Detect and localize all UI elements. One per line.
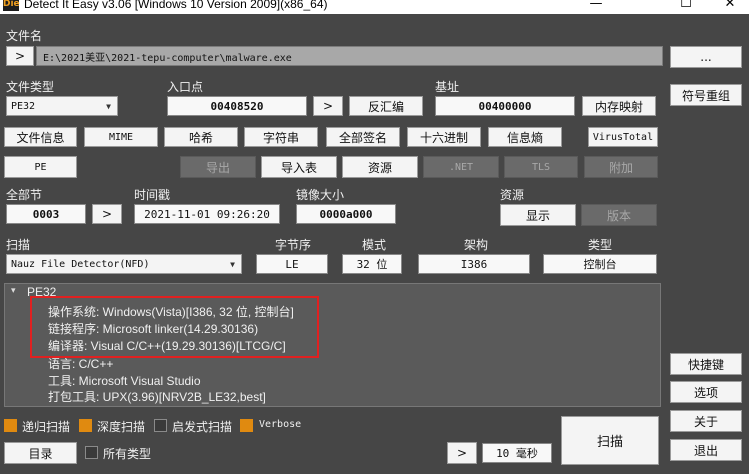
all-types-label: 所有类型 — [103, 447, 152, 461]
minimize-icon[interactable]: — — [574, 0, 618, 14]
type-field: 控制台 — [543, 254, 657, 274]
scan-time-field: 10 毫秒 — [482, 443, 552, 463]
title-bar: Die Detect It Easy v3.06 [Windows 10 Ver… — [0, 0, 749, 14]
heuristic-scan-checkbox[interactable] — [154, 419, 167, 432]
resource-button[interactable]: 资源 — [342, 156, 418, 178]
hex-button[interactable]: 十六进制 — [407, 127, 481, 147]
endian-label: 字节序 — [275, 238, 312, 252]
entry-nav-button[interactable]: > — [313, 96, 343, 116]
signatures-button[interactable]: 全部签名 — [326, 127, 400, 147]
image-size-label: 镜像大小 — [296, 188, 345, 202]
exit-button[interactable]: 退出 — [670, 439, 742, 461]
recursive-scan-checkbox[interactable] — [4, 419, 17, 432]
scan-label: 扫描 — [6, 238, 31, 252]
type-label: 类型 — [588, 238, 613, 252]
arch-field: I386 — [418, 254, 530, 274]
deep-scan-checkbox[interactable] — [79, 419, 92, 432]
file-nav-button[interactable]: > — [6, 46, 34, 66]
disassemble-button[interactable]: 反汇编 — [349, 96, 423, 116]
expand-toggle-icon[interactable]: ▾ — [11, 286, 16, 296]
file-type-label: 文件类型 — [6, 80, 55, 94]
memory-map-button[interactable]: 内存映射 — [582, 96, 656, 116]
shortcuts-button[interactable]: 快捷键 — [670, 353, 742, 375]
base-address-field: 00400000 — [435, 96, 575, 116]
options-button[interactable]: 选项 — [670, 381, 742, 403]
show-resources-button[interactable]: 显示 — [500, 204, 576, 226]
entry-point-field: 00408520 — [167, 96, 307, 116]
resources-label: 资源 — [500, 188, 525, 202]
verbose-label: Verbose — [259, 419, 302, 430]
result-packer: 打包工具: UPX(3.96)[NRV2B_LE32,best] — [48, 390, 266, 404]
maximize-icon[interactable]: ☐ — [664, 0, 708, 14]
directory-button[interactable]: 目录 — [4, 442, 77, 464]
import-button[interactable]: 导入表 — [261, 156, 337, 178]
close-icon[interactable]: ✕ — [708, 0, 749, 14]
pe-button[interactable]: PE — [4, 156, 77, 178]
overlay-button: 附加 — [584, 156, 658, 178]
bottom-nav-button[interactable]: > — [447, 442, 477, 464]
symbols-button[interactable]: 符号重组 — [670, 84, 742, 106]
window-title: Detect It Easy v3.06 [Windows 10 Version… — [24, 0, 328, 11]
file-type-value: PE32 — [11, 100, 36, 112]
chevron-down-icon: ▼ — [106, 101, 111, 111]
sections-nav-button[interactable]: > — [92, 204, 122, 224]
file-type-select[interactable]: PE32 ▼ — [6, 96, 118, 116]
base-address-label: 基址 — [435, 80, 460, 94]
sections-field: 0003 — [6, 204, 86, 224]
mime-button[interactable]: MIME — [84, 127, 158, 147]
scan-engine-value: Nauz File Detector(NFD) — [11, 258, 150, 270]
mode-label: 模式 — [362, 238, 387, 252]
timestamp-field: 2021-11-01 09:26:20 — [134, 204, 280, 224]
file-name-label: 文件名 — [6, 29, 43, 43]
result-tool: 工具: Microsoft Visual Studio — [48, 374, 201, 388]
scan-button[interactable]: 扫描 — [561, 416, 659, 465]
file-path-field[interactable]: E:\2021美亚\2021-tepu-computer\malware.exe — [36, 46, 663, 66]
recursive-scan-label: 递归扫描 — [22, 420, 71, 434]
all-types-checkbox[interactable] — [85, 446, 98, 459]
entropy-button[interactable]: 信息熵 — [488, 127, 562, 147]
virustotal-button[interactable]: VirusTotal — [588, 127, 658, 147]
sections-label: 全部节 — [6, 188, 43, 202]
scan-engine-select[interactable]: Nauz File Detector(NFD) ▼ — [6, 254, 242, 274]
version-button: 版本 — [581, 204, 657, 226]
dotnet-button: .NET — [423, 156, 499, 178]
export-button: 导出 — [180, 156, 256, 178]
file-info-button[interactable]: 文件信息 — [4, 127, 77, 147]
chevron-down-icon: ▼ — [230, 259, 235, 269]
highlight-box — [30, 296, 319, 358]
heuristic-scan-label: 启发式扫描 — [172, 420, 233, 434]
strings-button[interactable]: 字符串 — [244, 127, 318, 147]
arch-label: 架构 — [464, 238, 489, 252]
tls-button: TLS — [504, 156, 578, 178]
endian-field: LE — [256, 254, 328, 274]
image-size-field: 0000a000 — [296, 204, 396, 224]
browse-button[interactable]: ... — [670, 46, 742, 68]
deep-scan-label: 深度扫描 — [97, 420, 146, 434]
app-icon: Die — [3, 0, 20, 11]
verbose-checkbox[interactable] — [240, 419, 253, 432]
hash-button[interactable]: 哈希 — [164, 127, 238, 147]
about-button[interactable]: 关于 — [670, 410, 742, 432]
mode-field: 32 位 — [342, 254, 402, 274]
timestamp-label: 时间戳 — [134, 188, 171, 202]
entry-point-label: 入口点 — [167, 80, 204, 94]
